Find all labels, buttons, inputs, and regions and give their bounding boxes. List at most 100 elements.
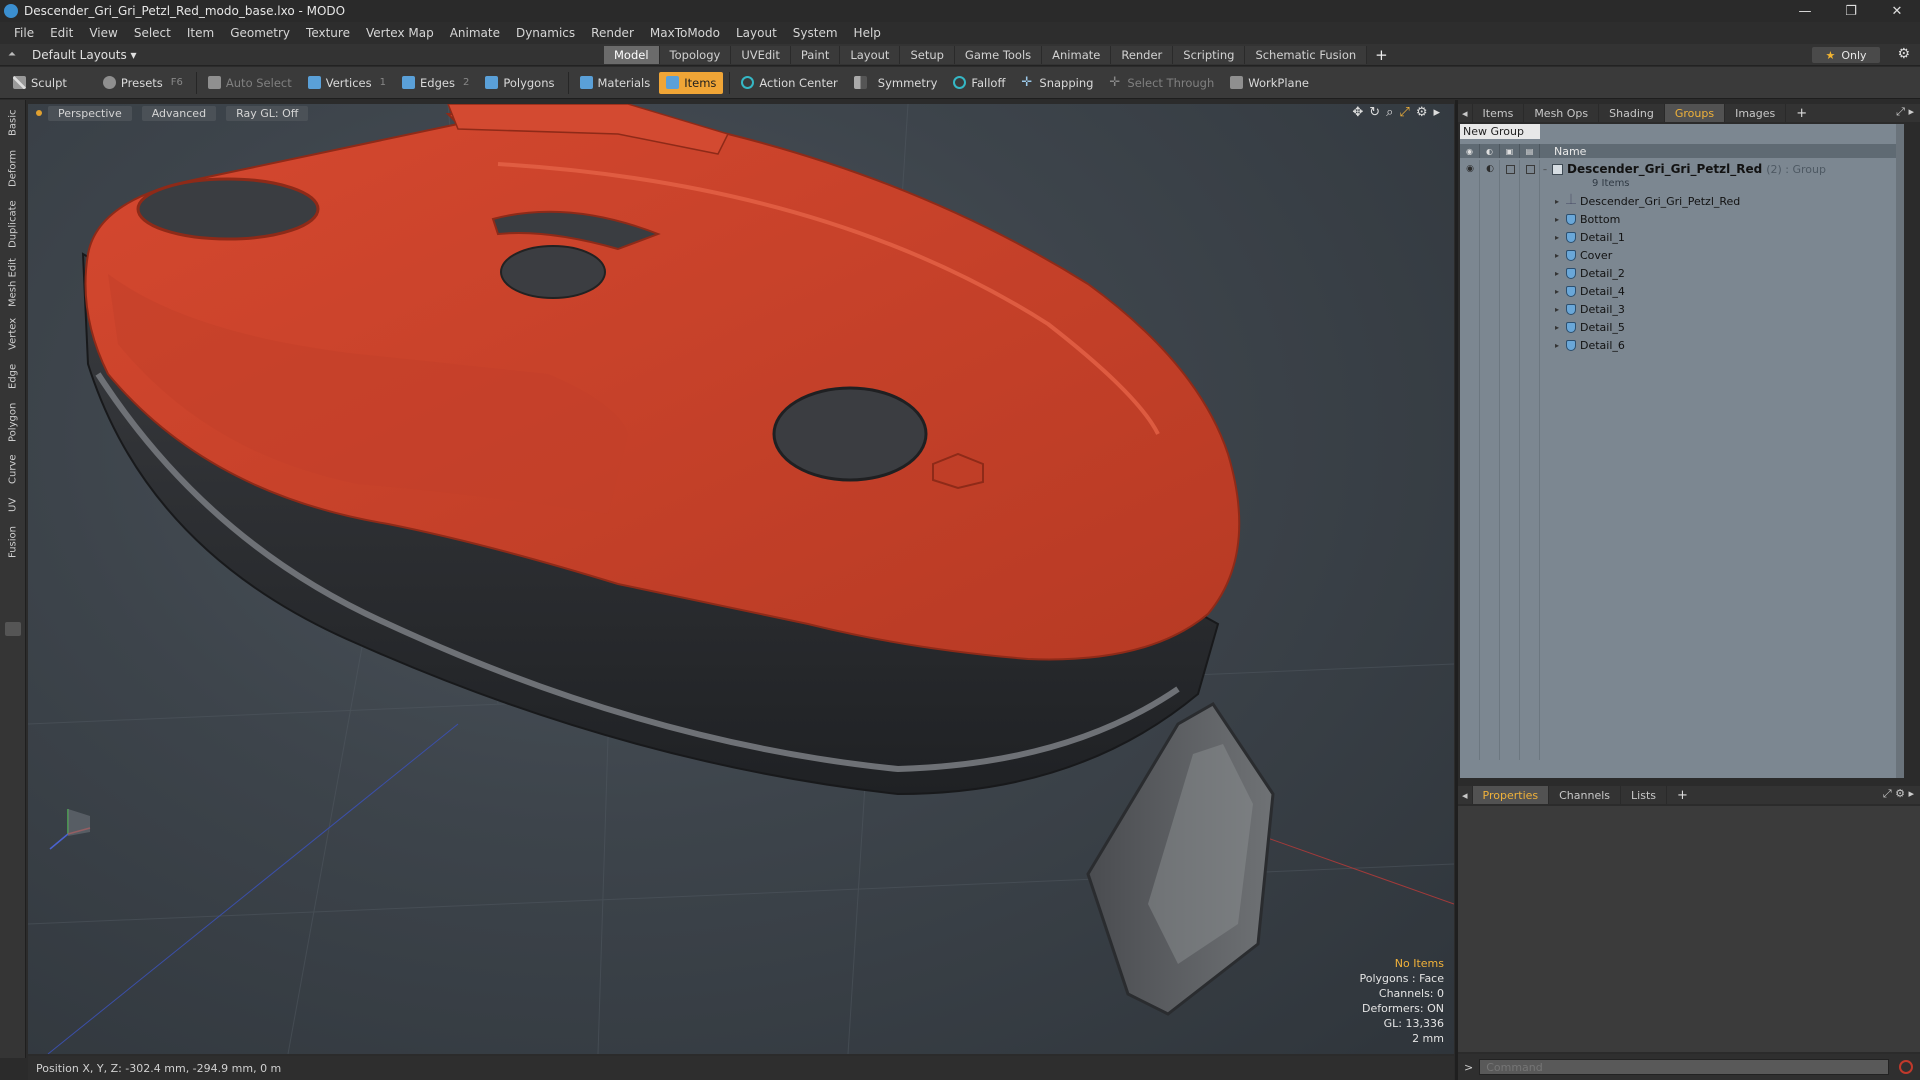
render-column-icon[interactable]: ◐ — [1480, 144, 1500, 158]
tab-properties[interactable]: Properties — [1472, 786, 1550, 804]
tab-schematic-fusion[interactable]: Schematic Fusion — [1245, 46, 1368, 64]
expand-caret-icon[interactable]: ▸ — [1552, 269, 1562, 278]
tab-render[interactable]: Render — [1111, 46, 1174, 64]
pan-icon[interactable]: ✥ — [1352, 105, 1363, 120]
action-center-button[interactable]: Action Center — [734, 72, 844, 94]
maximize-icon[interactable]: ⤢ — [1399, 105, 1409, 120]
symmetry-button[interactable]: Symmetry — [847, 72, 945, 94]
expand-caret-icon[interactable]: ▸ — [1552, 287, 1562, 296]
lock-column-icon[interactable]: ▣ — [1500, 144, 1520, 158]
tab-uvedit[interactable]: UVEdit — [731, 46, 791, 64]
tab-model[interactable]: Model — [604, 46, 660, 64]
tree-item[interactable]: ▸ Detail_5 — [1552, 318, 1625, 336]
panel-expand-icon[interactable]: ⤢ ▸ — [1896, 105, 1914, 119]
viewport-settings-icon[interactable]: ⚙ — [1416, 105, 1428, 120]
menu-view[interactable]: View — [81, 26, 125, 40]
items-button[interactable]: Items — [659, 71, 724, 94]
add-layout-tab-button[interactable]: + — [1367, 46, 1396, 64]
tab-setup[interactable]: Setup — [900, 46, 955, 64]
menu-dynamics[interactable]: Dynamics — [508, 26, 583, 40]
tree-item[interactable]: ▸ Cover — [1552, 246, 1612, 264]
menu-system[interactable]: System — [785, 26, 846, 40]
menu-item[interactable]: Item — [179, 26, 222, 40]
group-row[interactable]: – Descender_Gri_Gri_Petzl_Red (2) : Grou… — [1540, 160, 1826, 178]
minimize-button[interactable]: — — [1782, 0, 1828, 22]
add-panel-tab-button[interactable]: + — [1786, 104, 1817, 122]
snapping-button[interactable]: ✛ Snapping — [1014, 72, 1100, 94]
vtab-curve[interactable]: Curve — [3, 450, 23, 488]
expand-caret-icon[interactable]: ▸ — [1552, 251, 1562, 260]
panel-menu-icon[interactable]: ◂ — [1458, 104, 1473, 122]
layouts-icon[interactable]: ⏶ — [8, 49, 22, 60]
command-history-icon[interactable]: > — [1464, 1061, 1473, 1074]
presets-button[interactable]: Presets F6 — [96, 72, 190, 94]
menu-help[interactable]: Help — [846, 26, 889, 40]
expand-caret-icon[interactable]: ▸ — [1552, 341, 1562, 350]
sculpt-button[interactable]: Sculpt — [6, 72, 74, 94]
menu-select[interactable]: Select — [126, 26, 179, 40]
vtab-vertex[interactable]: Vertex — [3, 314, 23, 354]
groups-scrollbar[interactable] — [1896, 124, 1904, 778]
tab-channels[interactable]: Channels — [1549, 786, 1622, 804]
vtab-polygon[interactable]: Polygon — [3, 398, 23, 446]
vtab-mesh-edit[interactable]: Mesh Edit — [3, 256, 23, 310]
add-panel-tab-button[interactable]: + — [1667, 786, 1698, 804]
menu-edit[interactable]: Edit — [42, 26, 81, 40]
command-clear-icon[interactable] — [1899, 1060, 1914, 1074]
menu-texture[interactable]: Texture — [298, 26, 358, 40]
edges-button[interactable]: Edges 2 — [395, 72, 476, 94]
zoom-icon[interactable]: ⌕ — [1386, 105, 1393, 120]
tab-layout[interactable]: Layout — [840, 46, 901, 64]
command-input[interactable] — [1479, 1059, 1890, 1075]
collapse-caret-icon[interactable]: – — [1540, 165, 1550, 174]
visibility-column-icon[interactable]: ◉ — [1460, 144, 1480, 158]
restore-button[interactable]: ❐ — [1828, 0, 1874, 22]
view-mode-button[interactable]: Perspective — [48, 105, 132, 121]
tree-item[interactable]: ▸ Detail_3 — [1552, 300, 1625, 318]
tree-item[interactable]: ▸ Detail_2 — [1552, 264, 1625, 282]
3d-viewport[interactable]: Perspective Advanced Ray GL: Off ✥ ↻ ⌕ ⤢… — [28, 104, 1454, 1054]
render-icon[interactable]: ◐ — [1480, 160, 1500, 178]
vtab-basic[interactable]: Basic — [3, 106, 23, 140]
name-column-header[interactable]: Name — [1540, 145, 1586, 158]
tree-item[interactable]: ▸ Detail_6 — [1552, 336, 1625, 354]
viewport-menu-icon[interactable] — [36, 110, 42, 116]
menu-vertex-map[interactable]: Vertex Map — [358, 26, 442, 40]
expand-caret-icon[interactable]: ▸ — [1552, 233, 1562, 242]
menu-maxtomodo[interactable]: MaxToModo — [642, 26, 728, 40]
vtab-fusion[interactable]: Fusion — [3, 522, 23, 562]
shading-mode-button[interactable]: Advanced — [141, 105, 217, 121]
viewport-more-icon[interactable]: ▸ — [1433, 105, 1440, 120]
tab-items[interactable]: Items — [1473, 104, 1525, 122]
materials-button[interactable]: Materials — [573, 72, 658, 94]
eye-icon[interactable]: ◉ — [1460, 160, 1480, 178]
tab-game-tools[interactable]: Game Tools — [954, 46, 1043, 64]
tree-item[interactable]: ▸ Detail_1 — [1552, 228, 1625, 246]
tab-lists[interactable]: Lists — [1621, 786, 1667, 804]
tree-item[interactable]: ▸ Bottom — [1552, 210, 1620, 228]
tab-mesh-ops[interactable]: Mesh Ops — [1524, 104, 1600, 122]
gear-icon[interactable]: ⚙ — [1897, 46, 1910, 62]
menu-animate[interactable]: Animate — [442, 26, 508, 40]
auto-select-button[interactable]: Auto Select — [201, 72, 299, 94]
expand-caret-icon[interactable]: ▸ — [1552, 323, 1562, 332]
toolbox-toggle-button[interactable] — [5, 622, 21, 636]
vertices-button[interactable]: Vertices 1 — [301, 72, 393, 94]
expand-caret-icon[interactable]: ▸ — [1552, 305, 1562, 314]
vtab-duplicate[interactable]: Duplicate — [3, 196, 23, 252]
tab-images[interactable]: Images — [1725, 104, 1787, 122]
vtab-uv[interactable]: UV — [3, 492, 23, 518]
menu-file[interactable]: File — [6, 26, 42, 40]
falloff-button[interactable]: Falloff — [946, 72, 1012, 94]
menu-render[interactable]: Render — [583, 26, 642, 40]
new-group-button[interactable]: New Group — [1460, 124, 1540, 139]
menu-geometry[interactable]: Geometry — [222, 26, 298, 40]
only-toggle-button[interactable]: ★ Only — [1812, 47, 1880, 63]
tab-shading[interactable]: Shading — [1599, 104, 1665, 122]
raygl-button[interactable]: Ray GL: Off — [226, 105, 309, 121]
tab-topology[interactable]: Topology — [659, 46, 732, 64]
tab-animate[interactable]: Animate — [1042, 46, 1112, 64]
select-checkbox[interactable] — [1520, 160, 1540, 178]
select-column-icon[interactable]: ▤ — [1520, 144, 1540, 158]
default-layouts-dropdown[interactable]: Default Layouts ▾ — [32, 48, 137, 62]
